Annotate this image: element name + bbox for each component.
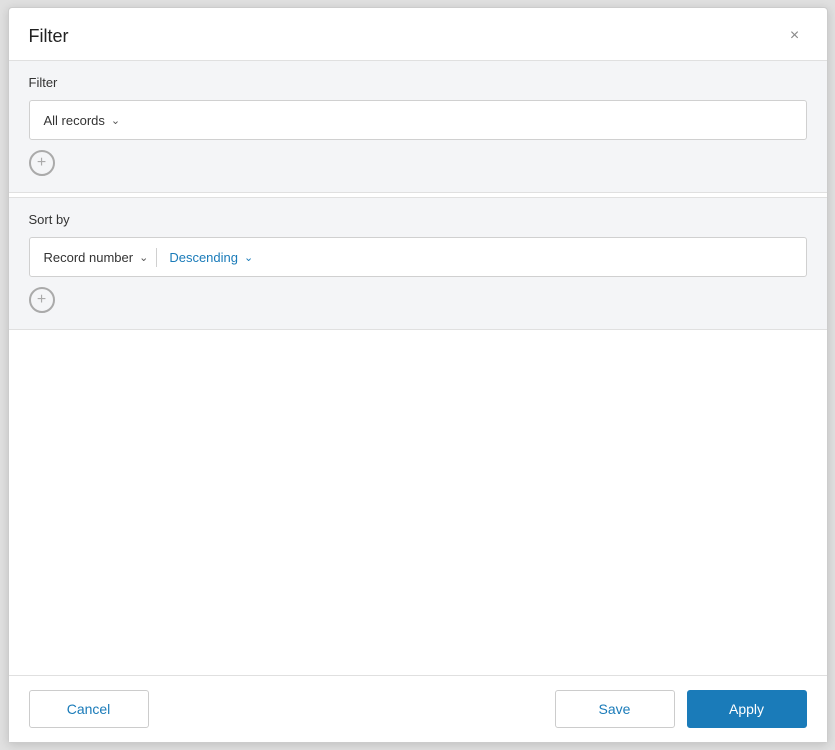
dialog-header: Filter × <box>9 8 827 60</box>
close-icon: × <box>790 27 799 45</box>
apply-button[interactable]: Apply <box>687 690 807 728</box>
sort-order-dropdown[interactable]: Descending ⌄ <box>165 248 257 267</box>
sort-row: Record number ⌄ Descending ⌄ <box>29 237 807 277</box>
dialog-body: Filter All records ⌄ + Sort by Record nu… <box>9 60 827 675</box>
sort-section-label: Sort by <box>29 212 807 227</box>
sort-add-icon: + <box>37 292 46 308</box>
sort-section: Sort by Record number ⌄ Descending ⌄ + <box>9 197 827 330</box>
dialog-title: Filter <box>29 26 69 47</box>
sort-order-value: Descending <box>169 250 238 265</box>
sort-field-value: Record number <box>44 250 134 265</box>
filter-add-icon: + <box>37 155 46 171</box>
sort-order-chevron-icon: ⌄ <box>244 251 253 264</box>
footer-right: Save Apply <box>555 690 807 728</box>
empty-area <box>9 330 827 610</box>
sort-field-chevron-icon: ⌄ <box>139 251 148 264</box>
filter-dropdown[interactable]: All records ⌄ <box>40 111 125 130</box>
cancel-button[interactable]: Cancel <box>29 690 149 728</box>
dialog-footer: Cancel Save Apply <box>9 675 827 742</box>
footer-left: Cancel <box>29 690 149 728</box>
filter-section-label: Filter <box>29 75 807 90</box>
filter-dropdown-value: All records <box>44 113 105 128</box>
close-button[interactable]: × <box>783 24 807 48</box>
save-button[interactable]: Save <box>555 690 675 728</box>
filter-add-button[interactable]: + <box>29 150 55 176</box>
filter-section: Filter All records ⌄ + <box>9 60 827 193</box>
filter-row: All records ⌄ <box>29 100 807 140</box>
sort-add-button[interactable]: + <box>29 287 55 313</box>
sort-field-dropdown[interactable]: Record number ⌄ <box>40 248 158 267</box>
filter-chevron-icon: ⌄ <box>111 114 120 127</box>
filter-dialog: Filter × Filter All records ⌄ + Sort by <box>8 7 828 743</box>
